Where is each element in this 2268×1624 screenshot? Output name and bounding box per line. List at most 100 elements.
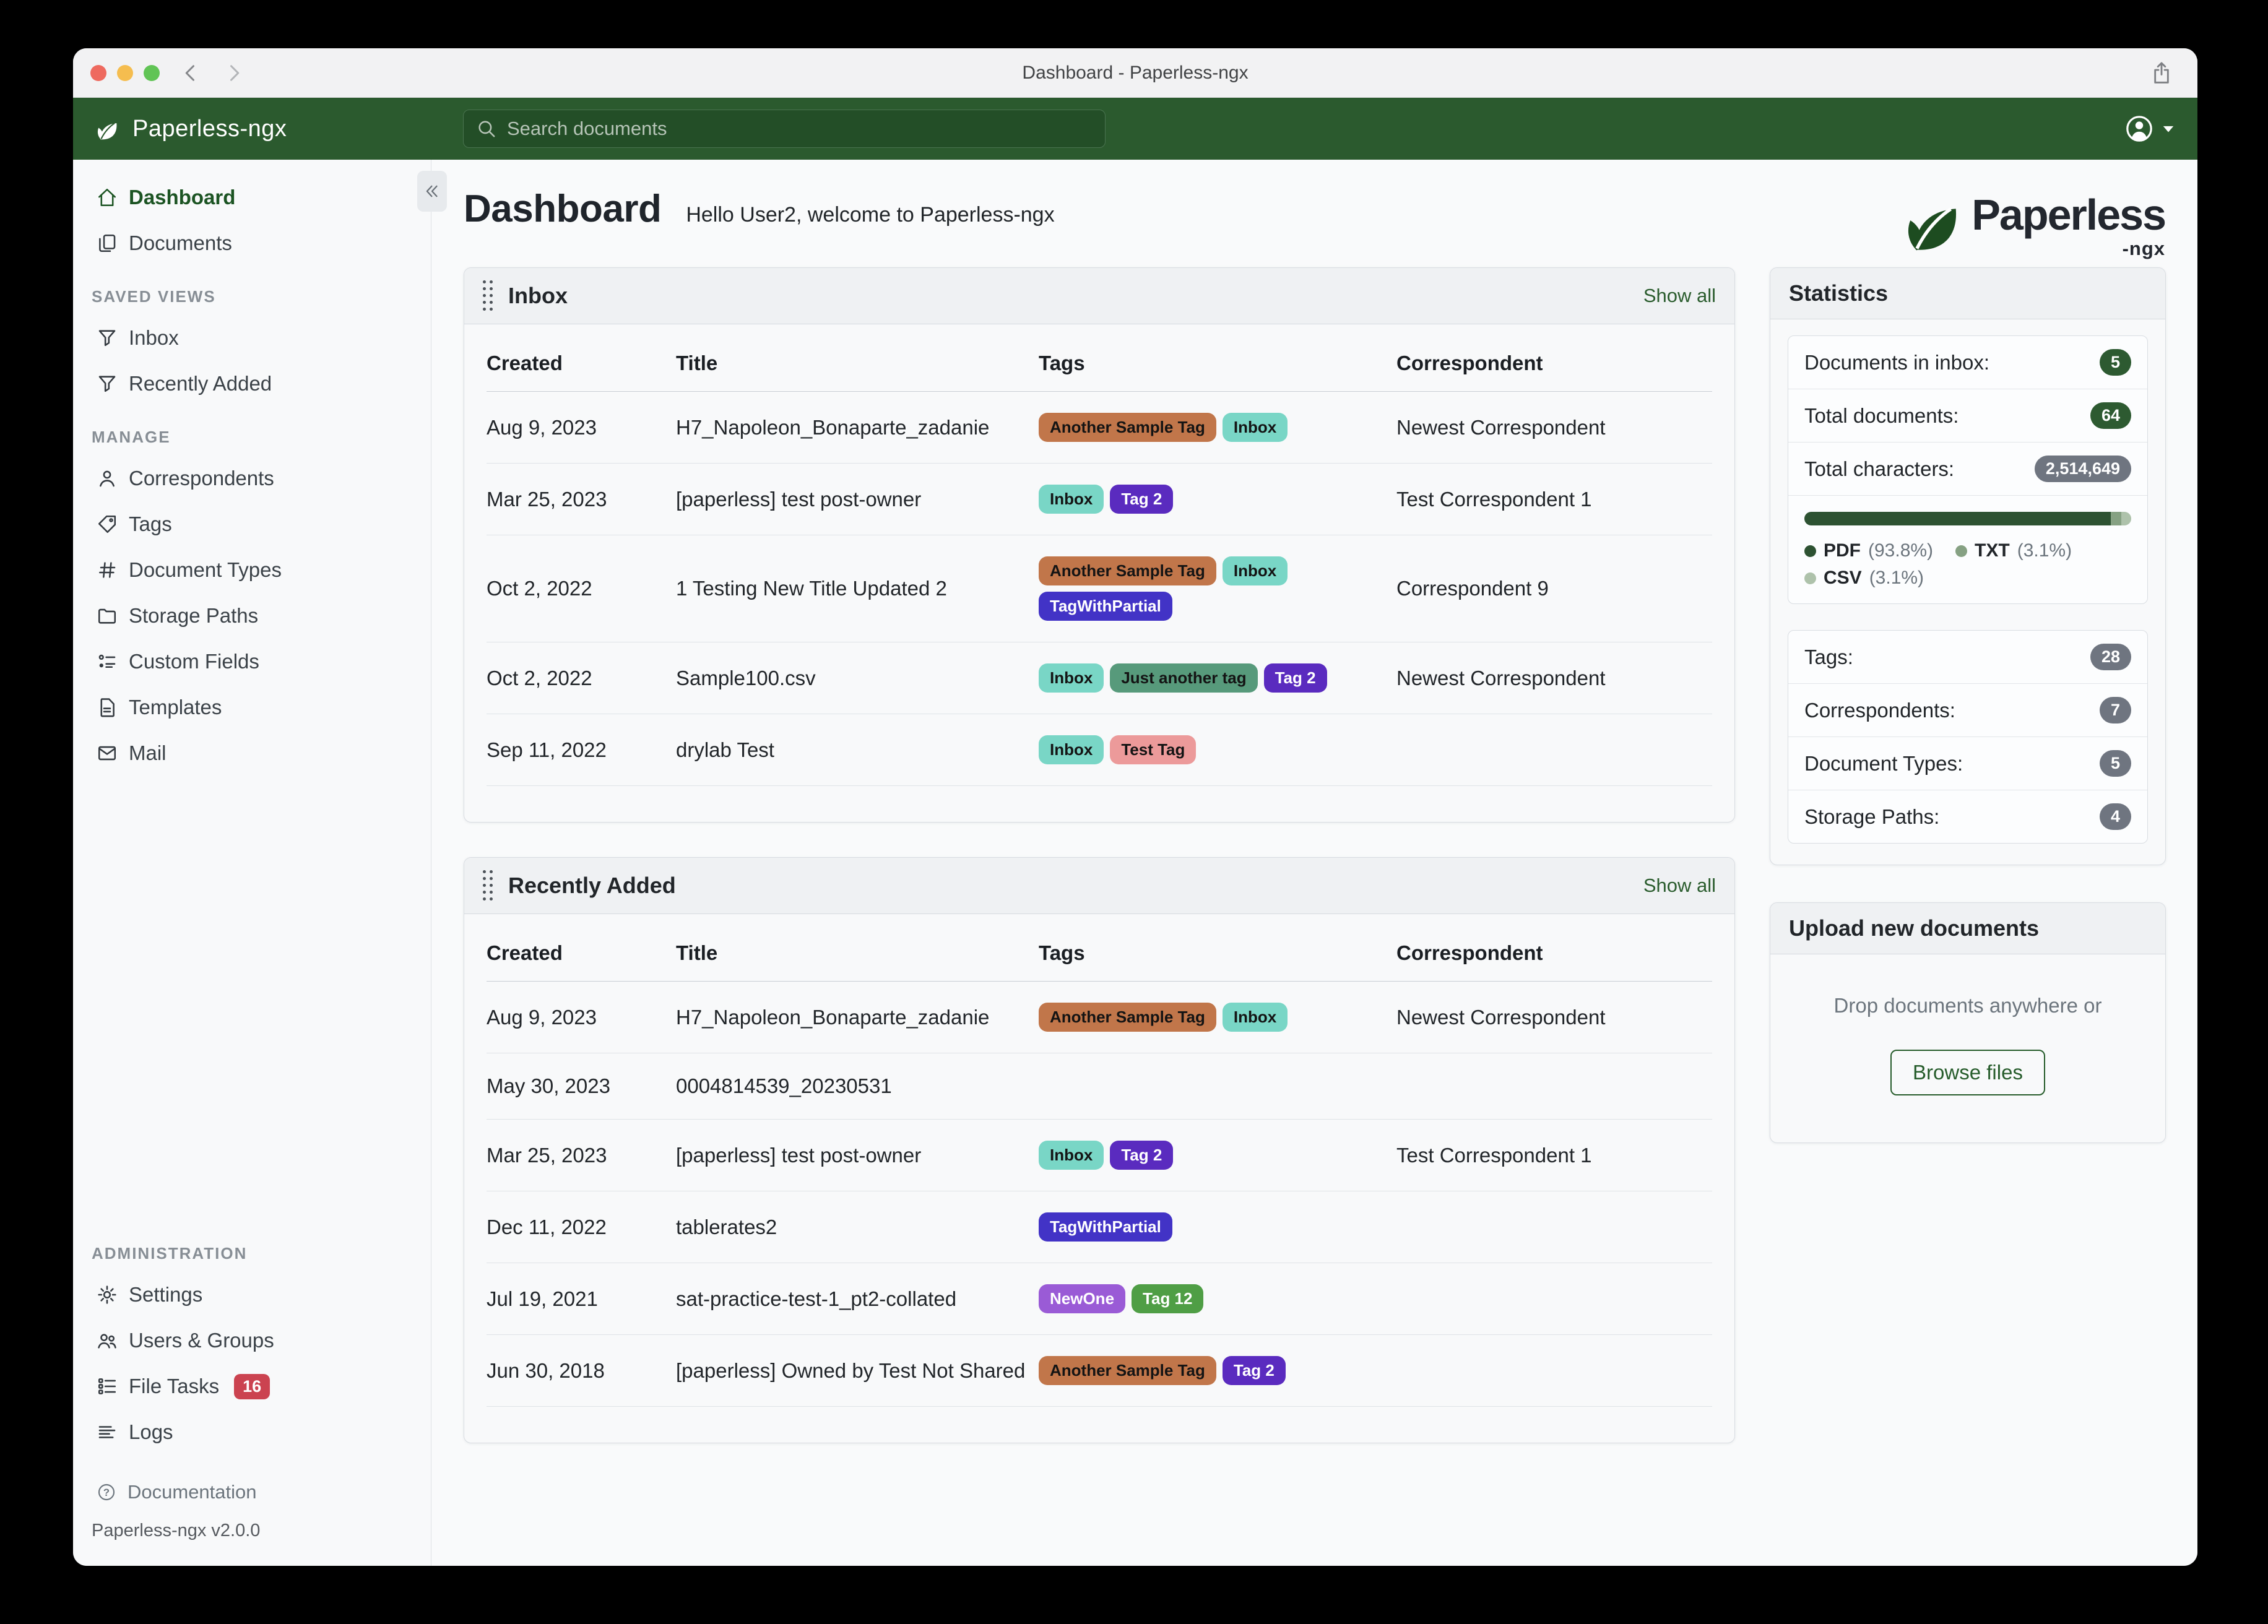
share-icon[interactable] <box>2149 61 2174 89</box>
tag-chip[interactable]: Another Sample Tag <box>1039 556 1216 585</box>
drag-handle-icon[interactable] <box>483 280 493 311</box>
cell-correspondent: Newest Correspondent <box>1396 1005 1606 1029</box>
file-type-bar <box>1804 512 2131 525</box>
stat-row-documents-in-inbox: Documents in inbox: 5 <box>1788 336 2147 389</box>
cell-created: Aug 9, 2023 <box>487 415 597 439</box>
tag-chip[interactable]: Test Tag <box>1110 735 1197 764</box>
sidebar-item-logs[interactable]: Logs <box>73 1409 431 1455</box>
table-row[interactable]: Mar 25, 2023 [paperless] test post-owner I… <box>487 1120 1712 1191</box>
cell-created: Jul 19, 2021 <box>487 1287 598 1310</box>
stat-row-storage-paths: Storage Paths: 4 <box>1788 790 2147 843</box>
tag-chip[interactable]: Tag 2 <box>1222 1356 1286 1385</box>
sidebar-item-label: Mail <box>129 741 167 764</box>
window-title: Dashboard - Paperless-ngx <box>1022 62 1249 83</box>
legend-item-txt: TXT (3.1%) <box>1955 540 2072 561</box>
tag-chip[interactable]: Tag 12 <box>1132 1284 1204 1313</box>
inbox-show-all-link[interactable]: Show all <box>1643 285 1716 307</box>
tag-chip[interactable]: Inbox <box>1039 485 1104 514</box>
sidebar-item-templates[interactable]: Templates <box>73 685 431 730</box>
tag-chip[interactable]: Just another tag <box>1110 663 1258 693</box>
table-row[interactable]: Sep 11, 2022 drylab Test Inbox Test Tag <box>487 714 1712 786</box>
drag-handle-icon[interactable] <box>483 870 493 901</box>
sidebar-collapse-button[interactable] <box>417 171 447 212</box>
table-row[interactable]: Aug 9, 2023 H7_Napoleon_Bonaparte_zadanie… <box>487 392 1712 464</box>
sidebar-item-label: File Tasks <box>129 1375 220 1397</box>
sidebar-section-heading: ADMINISTRATION <box>92 1244 248 1263</box>
sidebar-item-file-tasks[interactable]: File Tasks 16 <box>73 1363 431 1409</box>
upload-dropzone[interactable]: Drop documents anywhere or Browse files <box>1770 954 2165 1142</box>
stat-value-badge: 7 <box>2099 697 2131 723</box>
user-menu[interactable] <box>2124 114 2175 144</box>
tag-chip[interactable]: Inbox <box>1039 663 1104 693</box>
tag-chip[interactable]: Another Sample Tag <box>1039 1356 1216 1385</box>
back-icon[interactable] <box>180 62 202 87</box>
sidebar-item-mail[interactable]: Mail <box>73 730 431 776</box>
table-row[interactable]: Jul 19, 2021 sat-practice-test-1_pt2-coll… <box>487 1263 1712 1335</box>
tag-chip[interactable]: Tag 2 <box>1110 1141 1174 1170</box>
tag-chip[interactable]: Inbox <box>1039 735 1104 764</box>
cell-tags: Inbox Test Tag <box>1039 735 1396 764</box>
tag-chip[interactable]: TagWithPartial <box>1039 592 1172 621</box>
cell-correspondent: Newest Correspondent <box>1396 415 1606 439</box>
sidebar-item-storage-paths[interactable]: Storage Paths <box>73 593 431 639</box>
sidebar-item-dashboard[interactable]: Dashboard <box>73 175 431 220</box>
statistics-card-title: Statistics <box>1789 280 1889 306</box>
minimize-window-button[interactable] <box>117 65 133 81</box>
tag-chip[interactable]: Inbox <box>1222 1003 1288 1032</box>
sidebar-item-users-groups[interactable]: Users & Groups <box>73 1318 431 1363</box>
sidebar-item-document-types[interactable]: Document Types <box>73 547 431 593</box>
cell-created: Oct 2, 2022 <box>487 666 592 689</box>
table-row[interactable]: Dec 11, 2022 tablerates2 TagWithPartial <box>487 1191 1712 1263</box>
tag-chip[interactable]: Tag 2 <box>1263 663 1327 693</box>
upload-card-title: Upload new documents <box>1789 915 2040 941</box>
stat-value-badge: 2,514,649 <box>2034 456 2131 482</box>
chevrons-left-icon <box>426 185 438 197</box>
sidebar-item-custom-fields[interactable]: Custom Fields <box>73 639 431 685</box>
forward-icon[interactable] <box>223 62 245 87</box>
logo-sub: -ngx <box>2122 238 2165 259</box>
chevron-down-icon <box>2163 126 2174 132</box>
sidebar-item-correspondents[interactable]: Correspondents <box>73 456 431 501</box>
cell-tags: Inbox Just another tag Tag 2 <box>1039 663 1396 693</box>
stat-value-badge: 28 <box>2090 644 2131 670</box>
upload-card-header: Upload new documents <box>1770 903 2165 954</box>
legend-dot <box>1955 545 1968 557</box>
cell-created: Aug 9, 2023 <box>487 1005 597 1029</box>
zoom-window-button[interactable] <box>144 65 160 81</box>
tag-chip[interactable]: Inbox <box>1222 413 1288 442</box>
sidebar-item-recently-added[interactable]: Recently Added <box>73 361 431 407</box>
sidebar-item-label: Settings <box>129 1283 203 1306</box>
tag-chip[interactable]: Another Sample Tag <box>1039 413 1216 442</box>
sidebar-item-tags[interactable]: Tags <box>73 501 431 547</box>
table-row[interactable]: Mar 25, 2023 [paperless] test post-owner I… <box>487 464 1712 535</box>
tag-chip[interactable]: Tag 2 <box>1110 485 1174 514</box>
cell-title: [paperless] Owned by Test Not Shared <box>676 1358 1026 1382</box>
sidebar-item-documentation[interactable]: ? Documentation <box>73 1474 431 1511</box>
table-row[interactable]: Oct 2, 2022 1 Testing New Title Updated 2… <box>487 535 1712 642</box>
close-window-button[interactable] <box>90 65 106 81</box>
table-row[interactable]: Aug 9, 2023 H7_Napoleon_Bonaparte_zadanie… <box>487 982 1712 1053</box>
browse-files-button[interactable]: Browse files <box>1890 1050 2045 1095</box>
sidebar-item-label: Correspondents <box>129 467 274 490</box>
cell-created: Sep 11, 2022 <box>487 738 607 761</box>
table-row[interactable]: May 30, 2023 0004814539_20230531 <box>487 1053 1712 1120</box>
tag-chip[interactable]: Inbox <box>1039 1141 1104 1170</box>
sidebar-item-documents[interactable]: Documents <box>73 220 431 266</box>
table-row[interactable]: Oct 2, 2022 Sample100.csv Inbox Just anothe… <box>487 642 1712 714</box>
sidebar-item-settings[interactable]: Settings <box>73 1272 431 1318</box>
legend-item-pdf: PDF (93.8%) <box>1804 540 1933 561</box>
legend-dot <box>1804 572 1816 584</box>
tag-chip[interactable]: Another Sample Tag <box>1039 1003 1216 1032</box>
search-input[interactable] <box>507 118 1093 140</box>
stat-row-total-documents: Total documents: 64 <box>1788 389 2147 443</box>
sidebar-item-inbox[interactable]: Inbox <box>73 315 431 361</box>
brand-home-link[interactable]: Paperless-ngx <box>93 114 287 143</box>
tag-chip[interactable]: NewOne <box>1039 1284 1126 1313</box>
recently-added-show-all-link[interactable]: Show all <box>1643 875 1716 897</box>
stat-row-total-characters: Total characters: 2,514,649 <box>1788 443 2147 496</box>
gear-icon <box>97 1284 118 1305</box>
tag-chip[interactable]: Inbox <box>1222 556 1288 585</box>
table-row[interactable]: Jun 30, 2018 [paperless] Owned by Test No… <box>487 1335 1712 1407</box>
svg-text:?: ? <box>103 1487 110 1498</box>
tag-chip[interactable]: TagWithPartial <box>1039 1212 1172 1242</box>
